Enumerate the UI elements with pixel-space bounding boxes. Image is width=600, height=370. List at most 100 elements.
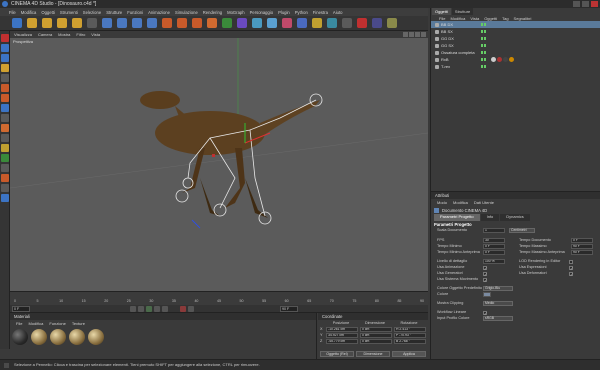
attr-menu-item[interactable]: Modifica xyxy=(453,200,468,205)
close-button[interactable] xyxy=(591,1,598,7)
autokey-button[interactable] xyxy=(188,306,194,312)
coord-field-rot[interactable]: H 2.413 ° xyxy=(394,326,426,332)
viewport-menu-item[interactable]: Visualizza xyxy=(14,32,32,37)
toolbar-icon[interactable] xyxy=(372,18,382,28)
lod-render-checkbox[interactable] xyxy=(569,260,573,264)
visibility-toggle[interactable] xyxy=(481,51,486,54)
tag-icon[interactable] xyxy=(503,57,508,62)
color-swatch[interactable] xyxy=(483,292,491,297)
left-tool-icon[interactable] xyxy=(1,174,9,182)
material-ball[interactable] xyxy=(50,329,66,345)
toolbar-icon[interactable] xyxy=(237,18,247,28)
coord-field-rot[interactable]: P -70.93 ° xyxy=(394,332,426,338)
left-tool-icon[interactable] xyxy=(1,154,9,162)
toolbar-icon[interactable] xyxy=(147,18,157,28)
toolbar-icon[interactable] xyxy=(117,18,127,28)
rotate-view-icon[interactable] xyxy=(415,32,420,37)
toolbar-icon[interactable] xyxy=(282,18,292,28)
toolbar-icon[interactable] xyxy=(342,18,352,28)
objmgr-menu-item[interactable]: Modifica xyxy=(450,16,465,21)
attr-tab[interactable]: Info xyxy=(480,214,500,221)
object-row[interactable]: Ossatura completa xyxy=(431,49,600,56)
toolbar-icon[interactable] xyxy=(57,18,67,28)
menu-item[interactable]: Strutture xyxy=(106,10,122,15)
minimize-button[interactable] xyxy=(573,1,580,7)
attr-tab[interactable]: Dynamics xyxy=(500,214,530,221)
tab-oggetti[interactable]: Oggetti xyxy=(432,8,451,15)
viewport-3d[interactable]: Prospettiva xyxy=(10,38,428,291)
visibility-toggle[interactable] xyxy=(481,37,486,40)
tab-strutture[interactable]: Strutture xyxy=(451,8,474,15)
ik-handle-foot-right[interactable] xyxy=(258,211,272,225)
material-ball[interactable] xyxy=(88,329,104,345)
material-ball[interactable] xyxy=(69,329,85,345)
left-tool-icon[interactable] xyxy=(1,144,9,152)
left-tool-icon[interactable] xyxy=(1,44,9,52)
menu-item[interactable]: Oggetti xyxy=(41,10,55,15)
toolbar-icon[interactable] xyxy=(222,18,232,28)
timeline[interactable]: 0 5 10 15 20 25 30 35 40 45 50 55 60 65 70 75 80 85 90 xyxy=(10,291,428,305)
visibility-toggle[interactable] xyxy=(481,30,486,33)
visibility-toggle[interactable] xyxy=(481,23,486,26)
play-button[interactable] xyxy=(146,306,152,312)
object-row[interactable]: GG SX xyxy=(431,42,600,49)
left-tool-icon[interactable] xyxy=(1,104,9,112)
left-tool-icon[interactable] xyxy=(1,164,9,172)
object-row[interactable]: T-rex xyxy=(431,63,600,70)
object-row[interactable]: RxB xyxy=(431,56,600,63)
toolbar-icon[interactable] xyxy=(192,18,202,28)
viewport-menu-item[interactable]: Filtro xyxy=(76,32,85,37)
menu-item[interactable]: Simulazione xyxy=(175,10,198,15)
attr-tab[interactable]: Parametri Progetto xyxy=(434,214,480,221)
tag-icon[interactable] xyxy=(509,57,514,62)
left-tool-icon[interactable] xyxy=(1,84,9,92)
viewport-menu-item[interactable]: Camera xyxy=(38,32,52,37)
menu-item[interactable]: Plugin xyxy=(278,10,290,15)
current-frame-field[interactable]: 0 F xyxy=(12,306,30,312)
objmgr-menu-item[interactable]: File xyxy=(439,16,445,21)
materials-menu-item[interactable]: Modifica xyxy=(28,321,43,326)
menu-item[interactable]: Aiuto xyxy=(333,10,343,15)
obj-color-dropdown[interactable]: Grigio-Blu xyxy=(483,286,513,291)
objmgr-menu-item[interactable]: Oggetti xyxy=(484,16,497,21)
toggle-view-icon[interactable] xyxy=(421,32,426,37)
lod-field[interactable]: 100 % xyxy=(483,259,505,264)
visibility-toggle[interactable] xyxy=(481,65,486,68)
left-tool-icon[interactable] xyxy=(1,94,9,102)
toolbar-icon[interactable] xyxy=(102,18,112,28)
left-tool-icon[interactable] xyxy=(1,54,9,62)
toolbar-icon[interactable] xyxy=(132,18,142,28)
scene-canvas[interactable] xyxy=(10,38,428,291)
ik-handle-foot-left[interactable] xyxy=(175,189,189,203)
coord-field-dim[interactable]: 0 cm xyxy=(360,332,392,338)
materials-menu-item[interactable]: Funzione xyxy=(49,321,65,326)
coord-field-dim[interactable]: 0 cm xyxy=(360,338,392,344)
left-tool-icon[interactable] xyxy=(1,64,9,72)
attr-menu-item[interactable]: Modo xyxy=(437,200,447,205)
toolbar-icon[interactable] xyxy=(72,18,82,28)
visibility-toggle[interactable] xyxy=(481,58,486,61)
left-tool-icon[interactable] xyxy=(1,184,9,192)
toolbar-icon[interactable] xyxy=(357,18,367,28)
coord-dropdown[interactable]: Oggetto (Rel) xyxy=(320,351,354,357)
object-row[interactable]: BB SX xyxy=(431,28,600,35)
toolbar-icon[interactable] xyxy=(162,18,172,28)
objmgr-menu-item[interactable]: Segnalibri xyxy=(514,16,532,21)
use-expr-checkbox[interactable]: ✓ xyxy=(569,266,573,271)
move-view-icon[interactable] xyxy=(403,32,408,37)
ik-handle-foot-mid[interactable] xyxy=(213,203,227,217)
menu-item[interactable]: File xyxy=(9,10,16,15)
coord-field-pos[interactable]: -10.261 cm xyxy=(326,326,358,332)
visibility-toggle[interactable] xyxy=(481,44,486,47)
toolbar-icon[interactable] xyxy=(312,18,322,28)
toolbar-icon[interactable] xyxy=(27,18,37,28)
menu-item[interactable]: Strumenti xyxy=(60,10,78,15)
left-tool-icon[interactable] xyxy=(1,34,9,42)
objmgr-menu-item[interactable]: Tag xyxy=(502,16,508,21)
object-row[interactable]: GG DX xyxy=(431,35,600,42)
menu-item[interactable]: Finestra xyxy=(313,10,328,15)
scale-field[interactable]: 1 xyxy=(483,228,505,233)
object-tags[interactable] xyxy=(491,57,514,62)
materials-menu-item[interactable]: Texture xyxy=(72,321,85,326)
doc-time-field[interactable]: 0 F xyxy=(571,238,593,243)
